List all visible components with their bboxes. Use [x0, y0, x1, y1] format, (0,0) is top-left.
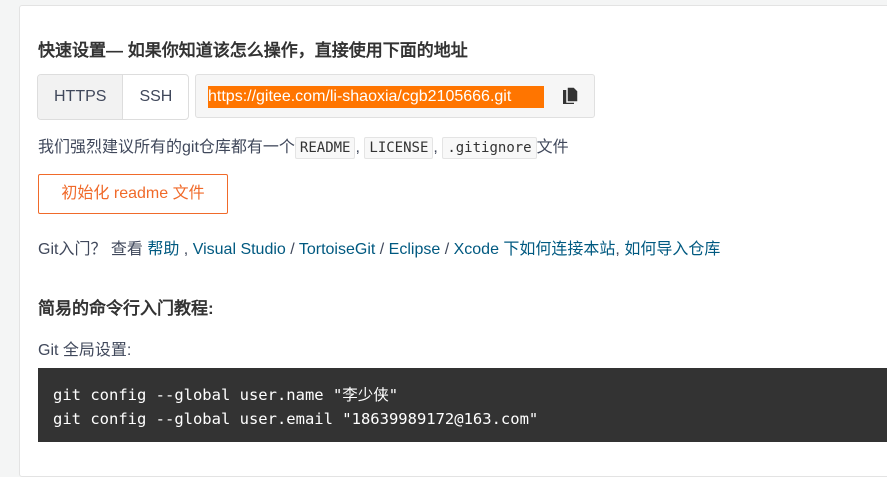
copy-icon[interactable]	[562, 86, 580, 106]
sep: ,	[433, 139, 438, 156]
help-prefix: Git入门？ 查看	[38, 241, 148, 258]
recommend-text: 我们强烈建议所有的git仓库都有一个 README, LICENSE, .giti…	[38, 133, 569, 159]
tab-ssh[interactable]: SSH	[123, 75, 188, 119]
sep: ,	[615, 241, 625, 258]
command-line: git config --global user.name "李少侠"	[53, 386, 399, 404]
quick-setup-card: 快速设置— 如果你知道该怎么操作，直接使用下面的地址 HTTPS SSH htt…	[19, 5, 887, 477]
import-repo-link[interactable]: 如何导入仓库	[624, 241, 720, 258]
repo-url-field[interactable]: https://gitee.com/li-shaoxia/cgb2105666.…	[195, 74, 595, 118]
help-line: Git入门？ 查看 帮助 , Visual Studio / TortoiseG…	[38, 235, 720, 259]
init-readme-button[interactable]: 初始化 readme 文件	[38, 174, 228, 214]
code-block: git config --global user.name "李少侠" git c…	[38, 368, 887, 442]
recommend-suffix: 文件	[536, 139, 569, 156]
repo-url[interactable]: https://gitee.com/li-shaoxia/cgb2105666.…	[208, 86, 544, 108]
protocol-toggle: HTTPS SSH	[37, 74, 190, 120]
sep: /	[285, 241, 299, 258]
file-readme: README	[294, 137, 356, 159]
command-line: git config --global user.email "18639989…	[53, 410, 539, 428]
visual-studio-link[interactable]: Visual Studio	[193, 241, 286, 258]
file-gitignore: .gitignore	[442, 137, 537, 159]
quick-setup-title: 快速设置— 如果你知道该怎么操作，直接使用下面的地址	[38, 41, 468, 60]
xcode-link[interactable]: Xcode 下如何连接本站	[454, 241, 616, 258]
help-link[interactable]: 帮助	[147, 241, 179, 258]
recommend-prefix: 我们强烈建议所有的git仓库都有一个	[38, 139, 295, 156]
global-settings-label: Git 全局设置:	[38, 342, 132, 359]
tortoisegit-link[interactable]: TortoiseGit	[299, 241, 375, 258]
sep: /	[440, 241, 454, 258]
sep: ,	[355, 139, 360, 156]
file-license: LICENSE	[364, 137, 434, 159]
tab-https[interactable]: HTTPS	[38, 75, 124, 119]
sep: /	[375, 241, 389, 258]
sep: ,	[179, 241, 193, 258]
tutorial-title: 简易的命令行入门教程:	[38, 299, 214, 318]
eclipse-link[interactable]: Eclipse	[389, 241, 441, 258]
